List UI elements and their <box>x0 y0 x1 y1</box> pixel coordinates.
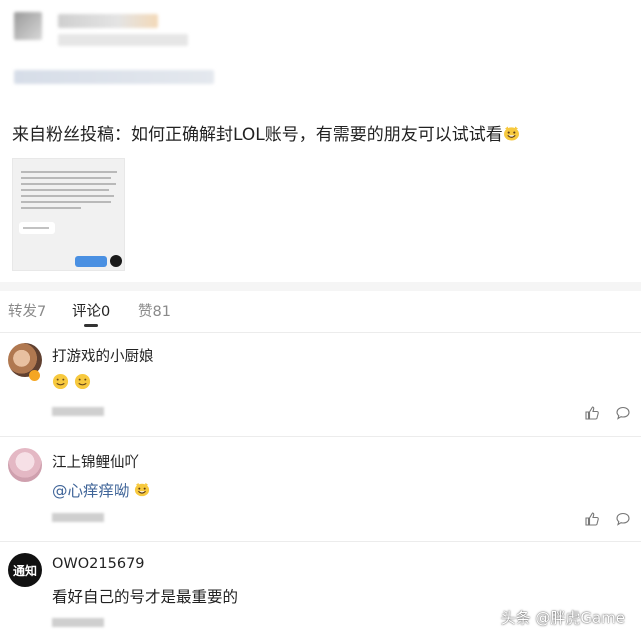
comment-username[interactable]: 打游戏的小厨娘 <box>52 345 154 366</box>
comment-divider <box>0 541 641 542</box>
tabs-divider <box>0 332 641 333</box>
thumb-text-line <box>21 195 114 197</box>
thumb-text-line <box>21 201 111 203</box>
comment-text: 看好自己的号才是最重要的 <box>52 588 239 606</box>
comment-timestamp-blurred <box>52 618 104 627</box>
blurred-avatar <box>14 12 42 40</box>
active-tab-indicator <box>84 324 98 327</box>
blurred-subtitle <box>58 34 188 46</box>
grin-emoji-icon <box>135 482 150 497</box>
thumb-text-line <box>21 183 116 185</box>
tab-likes[interactable]: 赞81 <box>138 300 171 321</box>
like-icon[interactable] <box>584 405 600 421</box>
comment-divider <box>0 436 641 437</box>
thumb-send-dot <box>110 255 122 267</box>
tab-repost[interactable]: 转发7 <box>8 300 46 321</box>
comment-username[interactable]: 江上锦鲤仙吖 <box>52 451 139 472</box>
blurred-username <box>58 14 158 28</box>
section-divider <box>0 282 641 291</box>
like-icon[interactable] <box>584 511 600 527</box>
comment-text: @心痒痒呦 <box>52 479 150 501</box>
thumb-text-line <box>21 171 117 173</box>
avatar[interactable] <box>8 448 42 482</box>
source-watermark: 头条 @胖虎Game <box>500 609 625 627</box>
mention-link[interactable]: @心痒痒呦 <box>52 482 130 500</box>
thumb-blue-bubble <box>75 256 107 267</box>
grin-emoji-icon <box>503 126 519 141</box>
smile-emoji-icon <box>75 373 91 390</box>
smile-emoji-icon <box>52 373 69 390</box>
comment-username[interactable]: OWO215679 <box>52 556 145 572</box>
thumb-reply-bubble-line <box>23 227 49 229</box>
post-text: 来自粉丝投稿：如何正确解封LOL账号，有需要的朋友可以试试看 <box>12 120 520 145</box>
comment-timestamp-blurred <box>52 407 104 416</box>
avatar-text: 通知 <box>12 563 37 578</box>
avatar-badge <box>29 370 40 381</box>
comment-icon[interactable] <box>615 405 631 421</box>
thumb-text-line <box>21 177 111 179</box>
tab-comments[interactable]: 评论0 <box>72 300 110 321</box>
thumb-text-line <box>21 189 109 191</box>
thumb-text-line <box>21 207 81 209</box>
blurred-info-line <box>14 70 214 84</box>
comment-icon[interactable] <box>615 511 631 527</box>
avatar[interactable]: 通知 <box>8 553 42 587</box>
post-image-thumbnail[interactable] <box>12 158 125 271</box>
comment-timestamp-blurred <box>52 513 104 522</box>
comment-emojis <box>52 373 91 394</box>
